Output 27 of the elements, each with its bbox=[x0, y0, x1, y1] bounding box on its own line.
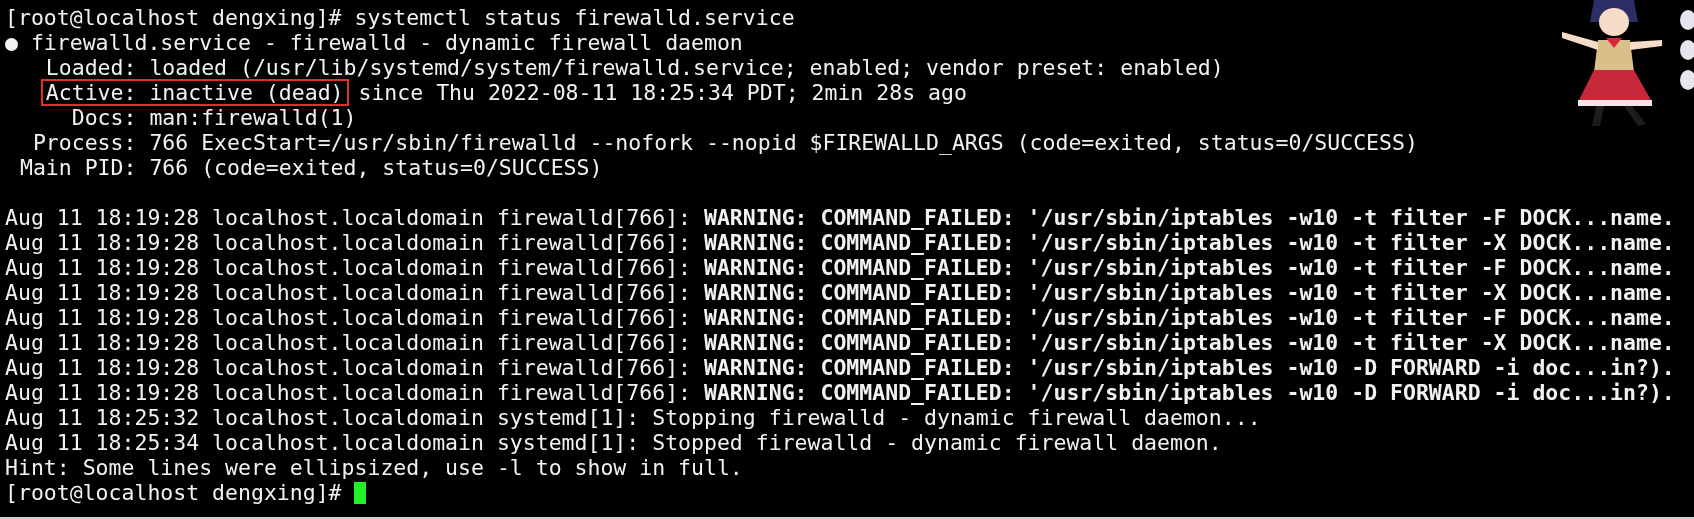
field-label: Main PID: bbox=[19, 155, 137, 180]
field-value: man:firewalld(1) bbox=[149, 105, 357, 130]
command-text: systemctl status firewalld.service bbox=[354, 5, 795, 30]
log-line: Aug 11 18:19:28 localhost.localdomain firewalld[766]: WARNING: COMMAND_FAILED: '/usr/sbin/iptables -w10 -t filter -X DOCK...name. bbox=[5, 280, 1675, 305]
unit-title: firewalld.service - firewalld - dynamic firewall daemon bbox=[30, 30, 743, 55]
field-label: Process: bbox=[32, 130, 137, 155]
field-detail: since Thu 2022-08-11 18:25:34 PDT; 2min 28s ago bbox=[358, 80, 967, 105]
field-label: Docs: bbox=[71, 105, 137, 130]
status-bullet: ● bbox=[5, 30, 18, 55]
field-label: Loaded: bbox=[45, 55, 137, 80]
log-line: Aug 11 18:19:28 localhost.localdomain firewalld[766]: WARNING: COMMAND_FAILED: '/usr/sbin/iptables -w10 -D FORWARD -i doc...in?). bbox=[5, 380, 1675, 405]
field-value: inactive (dead) bbox=[149, 80, 344, 105]
field-value: 766 ExecStart=/usr/sbin/firewalld --nofork --nopid $FIREWALLD_ARGS (code=exited, status=0/SUCCESS) bbox=[149, 130, 1418, 155]
log-line: Aug 11 18:25:32 localhost.localdomain systemd[1]: Stopping firewalld - dynamic firewall daemon... bbox=[5, 405, 1261, 430]
log-line: Aug 11 18:25:34 localhost.localdomain systemd[1]: Stopped firewalld - dynamic firewall daemon. bbox=[5, 430, 1222, 455]
log-line: Aug 11 18:19:28 localhost.localdomain firewalld[766]: WARNING: COMMAND_FAILED: '/usr/sbin/iptables -w10 -t filter -F DOCK...name. bbox=[5, 255, 1675, 280]
log-line: Aug 11 18:19:28 localhost.localdomain firewalld[766]: WARNING: COMMAND_FAILED: '/usr/sbin/iptables -w10 -D FORWARD -i doc...in?). bbox=[5, 355, 1675, 380]
field-label: Active: bbox=[45, 80, 137, 105]
log-line: Aug 11 18:19:28 localhost.localdomain firewalld[766]: WARNING: COMMAND_FAILED: '/usr/sbin/iptables -w10 -t filter -F DOCK...name. bbox=[5, 305, 1675, 330]
log-line: Aug 11 18:19:28 localhost.localdomain firewalld[766]: WARNING: COMMAND_FAILED: '/usr/sbin/iptables -w10 -t filter -X DOCK...name. bbox=[5, 230, 1675, 255]
hint-text: Hint: Some lines were ellipsized, use -l to show in full. bbox=[5, 455, 743, 480]
log-line: Aug 11 18:19:28 localhost.localdomain firewalld[766]: WARNING: COMMAND_FAILED: '/usr/sbin/iptables -w10 -t filter -X DOCK...name. bbox=[5, 330, 1675, 355]
prompt: [root@localhost dengxing]# bbox=[5, 5, 342, 30]
field-value: 766 (code=exited, status=0/SUCCESS) bbox=[149, 155, 603, 180]
log-line: Aug 11 18:19:28 localhost.localdomain firewalld[766]: WARNING: COMMAND_FAILED: '/usr/sbin/iptables -w10 -t filter -F DOCK...name. bbox=[5, 205, 1675, 230]
prompt: [root@localhost dengxing]# bbox=[5, 480, 342, 505]
field-value: loaded (/usr/lib/systemd/system/firewalld.service; enabled; vendor preset: enabled) bbox=[149, 55, 1224, 80]
